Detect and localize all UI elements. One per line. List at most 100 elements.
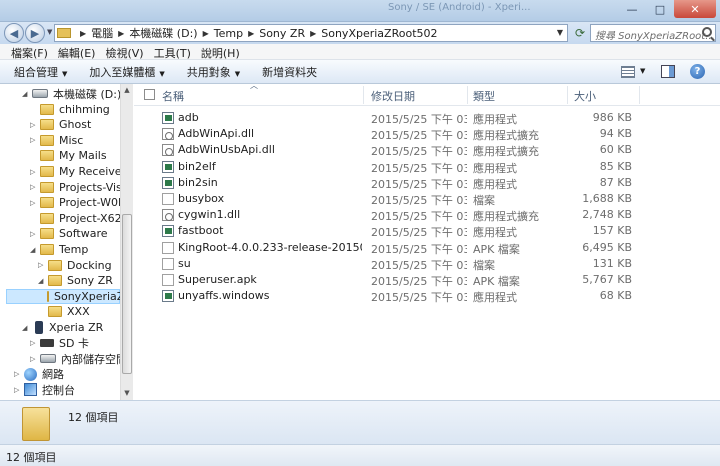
tree-item[interactable]: ▷ 網路 [14,367,64,382]
new-folder-button[interactable]: 新增資料夾 [262,64,317,80]
refresh-button[interactable]: ⟳ [571,24,589,42]
expand-closed-icon[interactable]: ▷ [14,370,24,378]
scroll-up-icon[interactable]: ▲ [121,84,133,97]
select-all-checkbox[interactable] [144,89,155,100]
file-type: 應用程式擴充 [473,145,539,159]
maximize-button[interactable]: □ [646,0,674,18]
expand-closed-icon[interactable]: ▷ [30,183,40,191]
file-row[interactable]: unyaffs.windows 2015/5/25 下午 03:... 應用程式 68… [134,288,720,304]
column-type[interactable]: 類型 [473,88,495,104]
menu-view[interactable]: 檢視(V) [100,44,148,60]
tree-item[interactable]: ▷ My Received Fil [30,164,120,179]
tree-item[interactable]: ▷ Ghost [30,117,91,132]
expand-open-icon[interactable]: ◢ [38,277,48,285]
preview-pane-icon[interactable] [661,65,675,78]
scroll-down-icon[interactable]: ▼ [121,387,133,400]
tree-item[interactable]: XXX [38,304,90,319]
breadcrumb-item-drive-d[interactable]: 本機磁碟 (D:) [129,25,197,41]
share-with-button[interactable]: 共用對象 ▼ [187,64,240,80]
menu-help[interactable]: 說明(H) [196,44,245,60]
navigation-scrollbar[interactable]: ▲ ▼ [120,84,133,400]
expand-closed-icon[interactable]: ▷ [30,355,40,363]
file-row[interactable]: adb 2015/5/25 下午 03:... 應用程式 986 KB [134,110,720,126]
tree-item[interactable]: ▷ SD 卡 [30,336,89,351]
chevron-right-icon[interactable]: ▶ [248,29,254,38]
tree-item[interactable]: ◢ Xperia ZR [22,320,103,335]
menu-tools[interactable]: 工具(T) [149,44,196,60]
add-to-library-button[interactable]: 加入至媒體櫃 ▼ [89,64,164,80]
tree-item[interactable]: SonyXperiaZRoot502 [6,288,120,304]
view-details-icon[interactable] [621,66,635,78]
column-size[interactable]: 大小 [574,88,596,104]
file-row[interactable]: AdbWinUsbApi.dll 2015/5/25 下午 03:... 應用程式擴… [134,142,720,158]
chevron-right-icon[interactable]: ▶ [203,29,209,38]
file-row[interactable]: cygwin1.dll 2015/5/25 下午 03:... 應用程式擴充 2,74… [134,207,720,223]
tree-item[interactable]: ◢ Temp [30,242,88,257]
expand-closed-icon[interactable]: ▷ [30,230,40,238]
breadcrumb-item-temp[interactable]: Temp [214,27,243,40]
forward-button[interactable]: ▶ [25,23,45,43]
back-button[interactable]: ◀ [4,23,24,43]
tree-item[interactable]: ▷ Misc [30,133,83,148]
file-row[interactable]: su 2015/5/25 下午 03:... 檔案 131 KB [134,256,720,272]
tree-item[interactable]: My Mails [30,148,107,163]
tree-item[interactable]: ▷ Docking [38,258,112,273]
organize-label: 組合管理 [14,65,58,79]
expand-closed-icon[interactable]: ▷ [30,199,40,207]
file-row[interactable]: Superuser.apk 2015/5/25 下午 03:... APK 檔案 5,… [134,272,720,288]
tree-item[interactable]: Project-X62 [30,211,120,226]
expand-closed-icon[interactable]: ▷ [30,168,40,176]
tree-item[interactable]: ▷ 內部儲存空間 [30,351,120,366]
history-dropdown-icon[interactable]: ▼ [47,28,52,36]
folder-icon [40,103,54,115]
breadcrumb-item-current[interactable]: SonyXperiaZRoot502 [321,27,437,40]
tree-item[interactable]: chihming [30,102,110,117]
chevron-down-icon[interactable]: ▼ [640,67,645,75]
close-button[interactable]: ✕ [674,0,716,18]
chevron-right-icon[interactable]: ▶ [310,29,316,38]
dll-icon [162,128,174,141]
chevron-down-icon[interactable]: ▼ [557,28,563,37]
search-input[interactable]: 搜尋 SonyXperiaZRoot... [590,24,716,42]
expand-closed-icon[interactable]: ▷ [30,339,40,347]
tree-item[interactable]: ▷ Projects-Visual [30,180,120,195]
expand-open-icon[interactable]: ◢ [30,246,40,254]
expand-open-icon[interactable]: ◢ [22,90,32,98]
column-name[interactable]: 名稱 [162,88,184,104]
tree-item[interactable]: ◢ Sony ZR [38,273,113,288]
expand-closed-icon[interactable]: ▷ [30,121,40,129]
expand-closed-icon[interactable]: ▷ [30,136,40,144]
tree-item[interactable]: ◢ 本機磁碟 (D:) [22,86,120,101]
chevron-right-icon[interactable]: ▶ [118,29,124,38]
file-row[interactable]: busybox 2015/5/25 下午 03:... 檔案 1,688 KB [134,191,720,207]
file-row[interactable]: fastboot 2015/5/25 下午 03:... 應用程式 157 KB [134,223,720,239]
window-title: Sony / SE (Android) - Xperi... [388,2,531,13]
minimize-button[interactable]: — [618,0,646,18]
tree-item[interactable]: ▷ Software [30,226,108,241]
column-divider[interactable] [639,86,640,104]
chevron-right-icon[interactable]: ▶ [80,29,86,38]
expand-closed-icon[interactable]: ▷ [14,386,24,394]
scrollbar-thumb[interactable] [122,214,132,374]
search-icon[interactable] [702,27,712,37]
file-row[interactable]: bin2sin 2015/5/25 下午 03:... 應用程式 87 KB [134,175,720,191]
breadcrumb-item-sony-zr[interactable]: Sony ZR [259,27,305,40]
column-divider[interactable] [467,86,468,104]
breadcrumb-item-computer[interactable]: 電腦 [91,25,113,41]
file-row[interactable]: AdbWinApi.dll 2015/5/25 下午 03:... 應用程式擴充 94… [134,126,720,142]
organize-button[interactable]: 組合管理 ▼ [14,64,67,80]
file-date: 2015/5/25 下午 03:... [371,194,467,207]
column-divider[interactable] [363,86,364,104]
address-bar[interactable]: ▶ 電腦 ▶ 本機磁碟 (D:) ▶ Temp ▶ Sony ZR ▶ Sony… [54,24,568,42]
expand-open-icon[interactable]: ◢ [22,324,32,332]
tree-item[interactable]: ▷ Project-W0B [30,195,120,210]
menu-file[interactable]: 檔案(F) [6,44,53,60]
help-icon[interactable]: ? [690,64,705,79]
column-date[interactable]: 修改日期 [371,88,415,104]
tree-item[interactable]: ▷ 控制台 [14,382,75,397]
file-row[interactable]: KingRoot-4.0.0.233-release-2015050712...… [134,240,720,256]
file-row[interactable]: bin2elf 2015/5/25 下午 03:... 應用程式 85 KB [134,159,720,175]
column-divider[interactable] [567,86,568,104]
menu-edit[interactable]: 編輯(E) [53,44,101,60]
expand-closed-icon[interactable]: ▷ [38,261,48,269]
